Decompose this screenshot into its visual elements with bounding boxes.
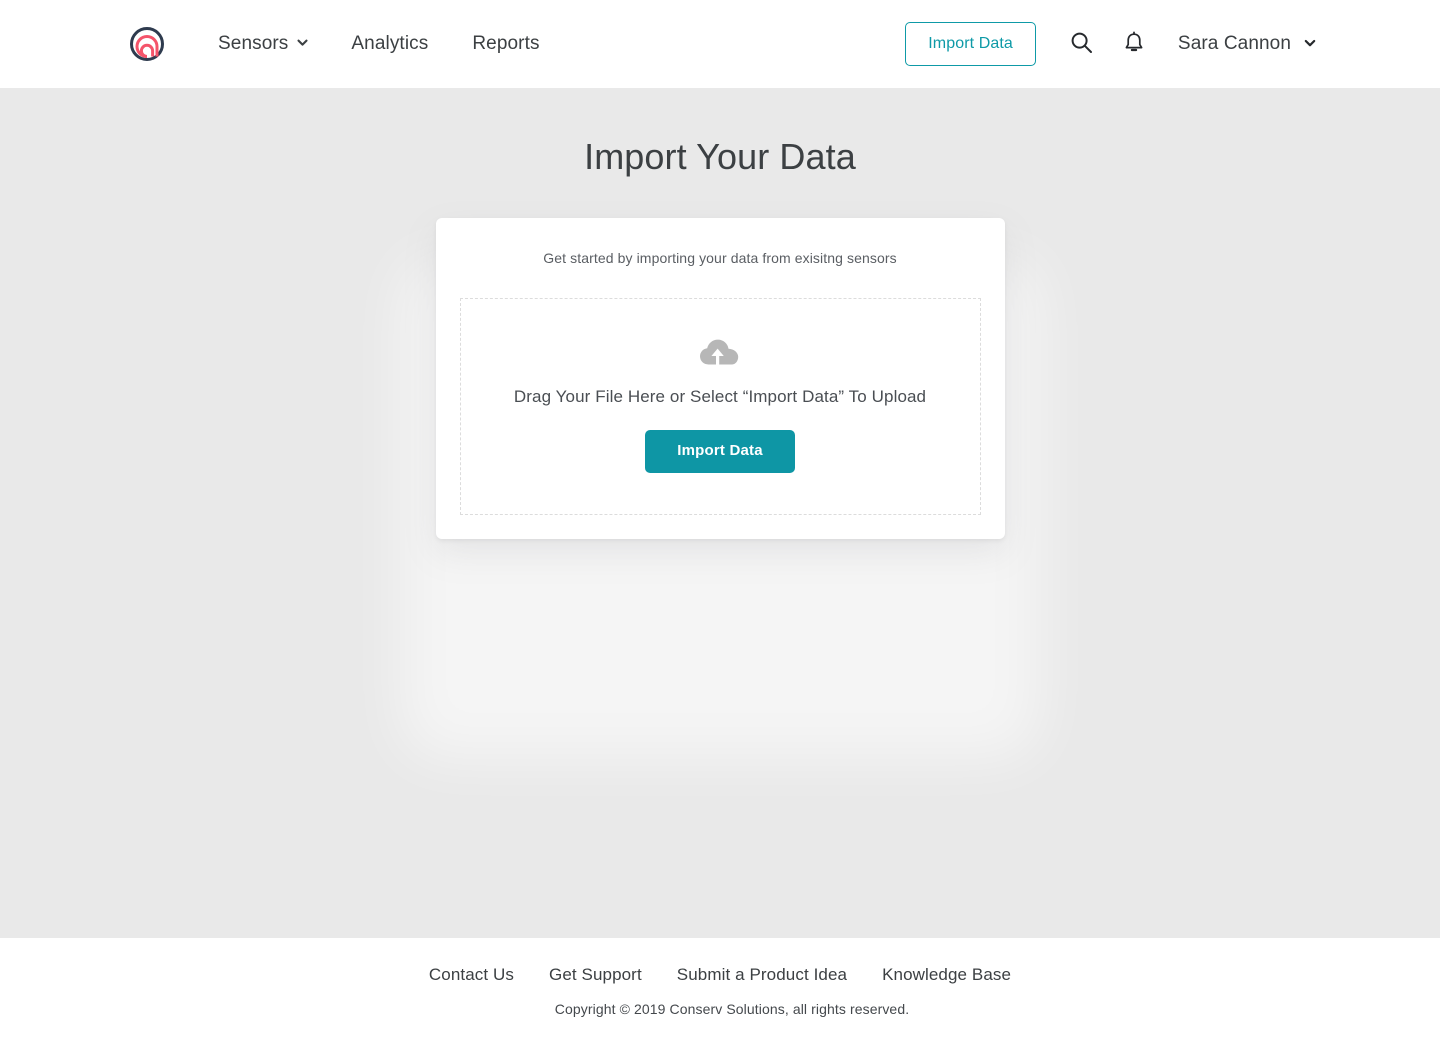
nav-item-reports[interactable]: Reports (450, 33, 561, 55)
dropzone-instruction-text: Drag Your File Here or Select “Import Da… (513, 387, 927, 406)
nav-item-reports-label: Reports (472, 33, 540, 54)
user-menu[interactable]: Sara Cannon (1177, 33, 1316, 55)
page-footer: Contact Us Get Support Submit a Product … (0, 938, 1440, 1047)
footer-links: Contact Us Get Support Submit a Product … (0, 965, 1440, 985)
nav-item-analytics-label: Analytics (351, 33, 429, 54)
user-name-label: Sara Cannon (1177, 33, 1291, 54)
chevron-down-icon (1304, 37, 1316, 47)
nav-item-analytics[interactable]: Analytics (329, 33, 450, 55)
notifications-button[interactable] (1112, 22, 1156, 66)
import-data-primary-button[interactable]: Import Data (645, 430, 795, 473)
search-button[interactable] (1060, 22, 1104, 66)
import-card: Get started by importing your data from … (435, 218, 1005, 539)
import-data-nav-button[interactable]: Import Data (905, 22, 1036, 66)
import-card-subtitle: Get started by importing your data from … (543, 250, 897, 266)
footer-link-get-support[interactable]: Get Support (549, 965, 642, 985)
primary-nav: Sensors Analytics Reports (204, 33, 562, 55)
nav-item-sensors[interactable]: Sensors (204, 33, 329, 55)
page-title: Import Your Data (584, 136, 856, 177)
nav-left-group: Sensors Analytics Reports (130, 27, 562, 61)
nav-right-group: Import Data Sara Cannon (905, 22, 1316, 66)
bell-icon (1123, 30, 1145, 58)
import-card-wrapper: Get started by importing your data from … (400, 218, 1040, 758)
main-content: Import Your Data Get started by importin… (0, 88, 1440, 938)
footer-link-submit-a-product-idea[interactable]: Submit a Product Idea (677, 965, 847, 985)
footer-link-knowledge-base[interactable]: Knowledge Base (882, 965, 1011, 985)
footer-link-contact-us[interactable]: Contact Us (429, 965, 514, 985)
chevron-down-icon (297, 37, 308, 47)
copyright-text: Copyright © 2019 Conserv Solutions, all … (554, 1001, 910, 1017)
nav-item-sensors-label: Sensors (218, 33, 289, 54)
search-icon (1070, 31, 1093, 57)
file-dropzone[interactable]: Drag Your File Here or Select “Import Da… (459, 298, 981, 515)
top-navigation-bar: Sensors Analytics Reports Import Data Sa… (0, 0, 1440, 88)
conserv-logo[interactable] (130, 27, 164, 61)
cloud-upload-icon (698, 336, 742, 368)
